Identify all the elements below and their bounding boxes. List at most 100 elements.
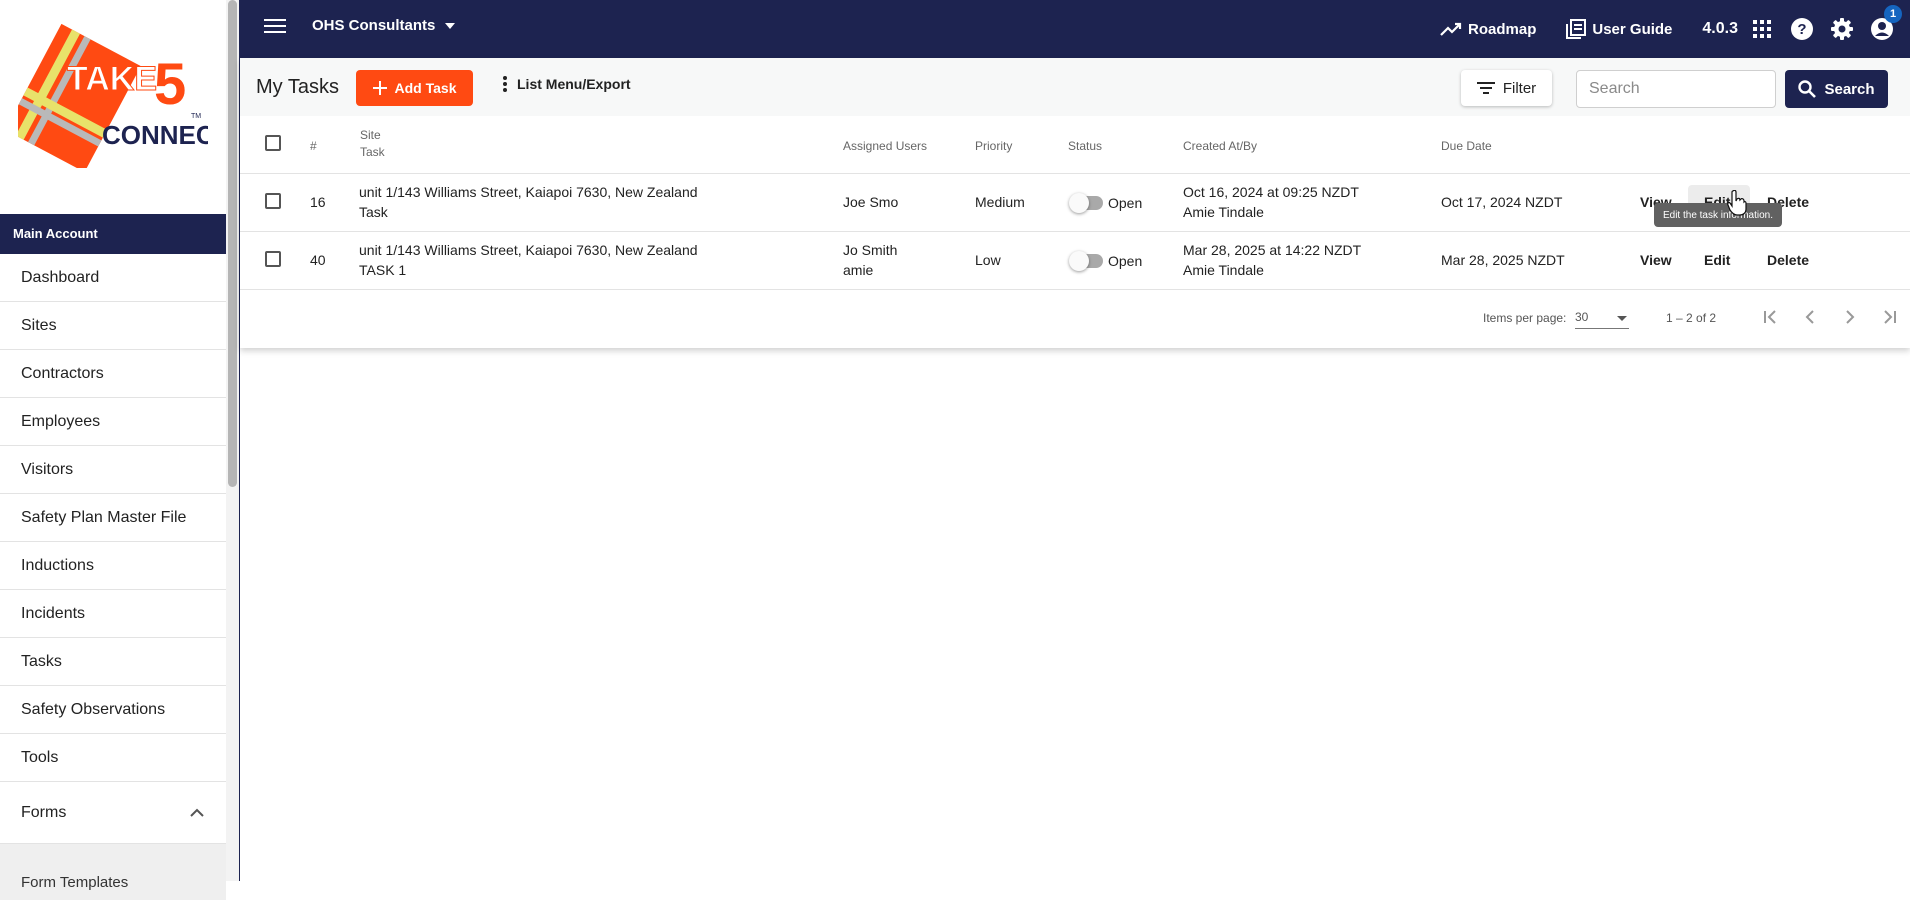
sidebar-item-label: Safety Plan Master File [21,508,187,526]
row-task: Task [359,204,388,220]
list-menu-label: List Menu/Export [517,76,631,92]
view-button[interactable]: View [1640,252,1672,268]
sidebar-item-label: Tasks [21,652,62,670]
row-assigned-user: amie [843,262,874,278]
table-header: # Site Task Assigned Users Priority Stat… [240,116,1910,174]
next-page-icon[interactable] [1841,308,1859,326]
sidebar-nav: Dashboard Sites Contractors Employees Vi… [0,254,226,900]
main-content: My Tasks Add Task List Menu/Export Filte… [240,58,1910,881]
app-version: 4.0.3 [1702,20,1738,37]
book-icon [1566,19,1587,39]
top-bar-actions: Roadmap User Guide 4.0.3 ? 1 [1440,0,1910,58]
caret-down-icon [1617,316,1627,321]
sidebar-item-tools[interactable]: Tools [0,734,226,782]
sidebar-scroll-thumb[interactable] [228,0,237,487]
header-assigned-users[interactable]: Assigned Users [843,139,927,153]
account-label: Main Account [0,214,226,254]
row-created-at: Oct 16, 2024 at 09:25 NZDT [1183,184,1359,200]
chevron-up-icon [190,808,204,817]
header-due-date[interactable]: Due Date [1441,139,1492,153]
page-range: 1 – 2 of 2 [1666,311,1717,325]
paginator: Items per page: 30 1 – 2 of 2 [240,290,1910,348]
search-input[interactable] [1576,70,1776,108]
sidebar-item-safety-plan[interactable]: Safety Plan Master File [0,494,226,542]
settings-gear-icon[interactable] [1830,17,1854,41]
header-site[interactable]: Site [360,128,381,142]
row-checkbox[interactable] [265,193,281,209]
list-menu-export-button[interactable]: List Menu/Export [503,76,631,92]
row-created-at: Mar 28, 2025 at 14:22 NZDT [1183,242,1362,258]
header-task[interactable]: Task [360,145,385,159]
org-name: OHS Consultants [312,17,436,34]
top-bar: OHS Consultants Roadmap User Guide 4.0.3… [240,0,1910,58]
row-number: 40 [310,252,326,268]
select-all-checkbox[interactable] [265,135,281,151]
header-status[interactable]: Status [1068,139,1102,153]
last-page-icon[interactable] [1881,308,1899,326]
items-per-page-label: Items per page: [1483,311,1567,325]
account-menu[interactable]: 1 [1870,5,1902,41]
caret-down-icon [445,22,456,29]
delete-button[interactable]: Delete [1767,252,1809,268]
roadmap-label: Roadmap [1468,20,1537,38]
status-toggle[interactable] [1069,251,1103,271]
user-guide-link[interactable]: User Guide [1566,19,1672,39]
table-row[interactable]: 40 unit 1/143 Williams Street, Kaiapoi 7… [240,232,1910,290]
previous-page-icon[interactable] [1801,308,1819,326]
sidebar-item-inductions[interactable]: Inductions [0,542,226,590]
header-number[interactable]: # [310,139,317,153]
edit-button[interactable]: Edit [1704,252,1730,268]
apps-grid-icon[interactable] [1750,17,1774,41]
add-task-label: Add Task [394,80,457,96]
row-status: Open [1108,195,1143,211]
items-per-page-value: 30 [1575,310,1589,324]
sidebar-item-employees[interactable]: Employees [0,398,226,446]
sidebar-item-tasks[interactable]: Tasks [0,638,226,686]
org-selector[interactable]: OHS Consultants [312,17,456,34]
sidebar-item-label: Contractors [21,364,104,382]
row-checkbox[interactable] [265,251,281,267]
sidebar-item-label: Tools [21,748,59,766]
sidebar-item-visitors[interactable]: Visitors [0,446,226,494]
take5-logo[interactable]: TAKE 5 CONNECT TM [18,18,208,168]
header-priority[interactable]: Priority [975,139,1012,153]
sidebar-item-contractors[interactable]: Contractors [0,350,226,398]
sidebar-item-safety-observations[interactable]: Safety Observations [0,686,226,734]
help-icon[interactable]: ? [1790,17,1814,41]
row-priority: Medium [975,194,1025,210]
plus-icon [372,81,387,95]
row-number: 16 [310,194,326,210]
sidebar-item-dashboard[interactable]: Dashboard [0,254,226,302]
sidebar-item-forms[interactable]: Forms [0,782,226,844]
roadmap-link[interactable]: Roadmap [1440,21,1536,38]
filter-button[interactable]: Filter [1461,70,1552,106]
search-button-label: Search [1824,80,1875,98]
svg-text:?: ? [1797,21,1806,38]
sidebar-item-label: Form Templates [21,874,129,891]
sidebar-item-incidents[interactable]: Incidents [0,590,226,638]
trending-up-icon [1440,22,1462,36]
sidebar-item-label: Dashboard [21,268,100,286]
row-assigned-user: Jo Smith [843,242,898,258]
items-per-page-select[interactable]: 30 [1575,307,1629,329]
status-toggle[interactable] [1069,193,1103,213]
svg-text:5: 5 [154,52,186,117]
first-page-icon[interactable] [1761,308,1779,326]
menu-icon[interactable] [264,17,286,35]
svg-text:TAKE: TAKE [67,60,157,98]
row-site: unit 1/143 Williams Street, Kaiapoi 7630… [359,242,698,258]
sidebar-item-sites[interactable]: Sites [0,302,226,350]
header-created[interactable]: Created At/By [1183,139,1257,153]
row-created-by: Amie Tindale [1183,204,1264,220]
row-status: Open [1108,253,1143,269]
row-created-by: Amie Tindale [1183,262,1264,278]
notification-badge: 1 [1884,5,1902,23]
sidebar-item-label: Safety Observations [21,700,166,718]
edit-tooltip: Edit the task information. [1654,203,1782,227]
row-site: unit 1/143 Williams Street, Kaiapoi 7630… [359,184,698,200]
list-toolbar: My Tasks Add Task List Menu/Export Filte… [240,58,1910,116]
search-button[interactable]: Search [1785,70,1888,108]
add-task-button[interactable]: Add Task [356,70,473,106]
sidebar-item-form-templates[interactable]: Form Templates [0,844,226,900]
page-title: My Tasks [256,76,339,98]
